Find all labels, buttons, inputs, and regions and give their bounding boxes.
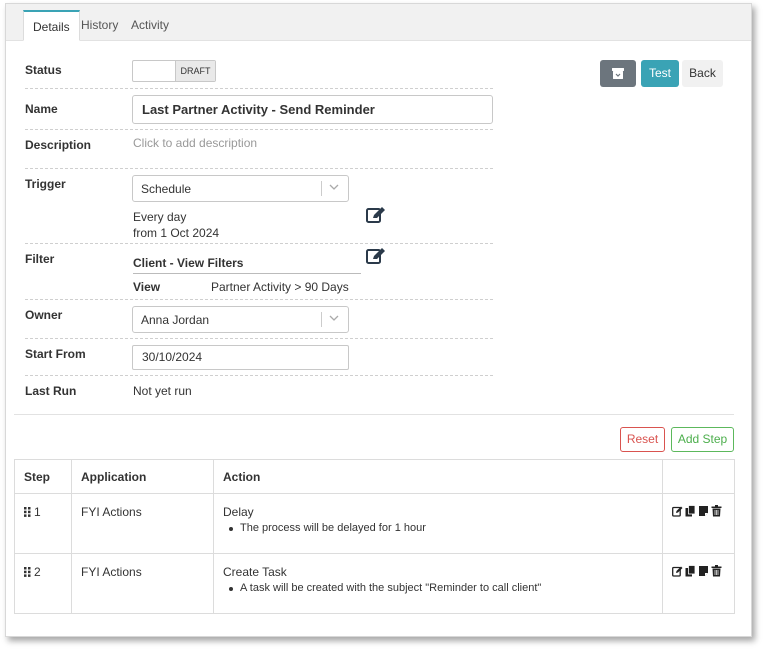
trigger-select-value: Schedule <box>141 182 192 196</box>
divider <box>25 338 493 339</box>
name-input[interactable]: Last Partner Activity - Send Reminder <box>132 95 493 124</box>
chevron-down-icon <box>329 315 339 321</box>
action-cell: Create Task A task will be created with … <box>213 553 663 614</box>
test-button[interactable]: Test <box>641 60 679 87</box>
filter-value: Partner Activity > 90 Days <box>211 280 349 294</box>
action-detail: A task will be created with the subject … <box>223 582 662 594</box>
edit-icon[interactable] <box>672 565 683 577</box>
divider <box>25 299 493 300</box>
table-row: 1 FYI Actions Delay The process will be … <box>14 493 735 554</box>
owner-select[interactable]: Anna Jordan <box>132 306 349 333</box>
action-title: Delay <box>223 505 254 519</box>
last-run-value: Not yet run <box>133 384 192 398</box>
trash-icon[interactable] <box>711 565 722 577</box>
start-from-input[interactable]: 30/10/2024 <box>132 345 349 370</box>
archive-button[interactable] <box>600 60 636 87</box>
divider <box>25 168 493 169</box>
row-actions-cell <box>662 493 735 554</box>
trigger-label: Trigger <box>25 177 66 191</box>
column-header-tools <box>662 459 735 494</box>
filter-key: View <box>133 280 161 294</box>
tab-history[interactable]: History <box>72 10 127 41</box>
edit-icon[interactable] <box>366 206 386 224</box>
paste-icon[interactable] <box>698 505 709 517</box>
automation-panel: Details History Activity Status DRAFT Na… <box>5 3 752 637</box>
step-number: 1 <box>34 505 41 519</box>
description-label: Description <box>25 138 92 152</box>
back-button[interactable]: Back <box>682 60 723 87</box>
divider <box>25 243 493 244</box>
filter-label: Filter <box>25 252 55 266</box>
row-actions-cell <box>662 553 735 614</box>
column-header-action: Action <box>213 459 663 494</box>
trigger-schedule-text: Every day <box>133 210 187 224</box>
divider <box>25 375 493 376</box>
action-cell: Delay The process will be delayed for 1 … <box>213 493 663 554</box>
step-cell: 1 <box>14 493 72 554</box>
application-cell: FYI Actions <box>71 493 214 554</box>
divider <box>25 88 493 89</box>
owner-select-value: Anna Jordan <box>141 313 210 327</box>
copy-icon[interactable] <box>685 565 696 577</box>
table-header-row: Step Application Action <box>14 459 735 494</box>
trash-icon[interactable] <box>711 505 722 517</box>
action-title: Create Task <box>223 565 287 579</box>
owner-label: Owner <box>25 308 63 322</box>
drag-handle-icon[interactable] <box>24 567 31 577</box>
action-detail: The process will be delayed for 1 hour <box>223 522 662 534</box>
column-header-step: Step <box>14 459 72 494</box>
select-divider <box>321 181 322 196</box>
application-cell: FYI Actions <box>71 553 214 614</box>
archive-icon <box>612 68 624 79</box>
name-label: Name <box>25 102 58 116</box>
copy-icon[interactable] <box>685 505 696 517</box>
last-run-label: Last Run <box>25 384 77 398</box>
table-row: 2 FYI Actions Create Task A task will be… <box>14 553 735 614</box>
step-cell: 2 <box>14 553 72 614</box>
tab-bar: Details History Activity <box>6 4 751 41</box>
trigger-start-text: from 1 Oct 2024 <box>133 226 220 240</box>
step-number: 2 <box>34 565 41 579</box>
trigger-select[interactable]: Schedule <box>132 175 349 202</box>
divider <box>25 129 493 130</box>
drag-handle-icon[interactable] <box>24 507 31 517</box>
chevron-down-icon <box>329 184 339 190</box>
start-from-label: Start From <box>25 347 86 361</box>
status-toggle[interactable]: DRAFT <box>132 60 216 82</box>
row-actions <box>672 505 734 517</box>
add-step-button[interactable]: Add Step <box>671 427 734 452</box>
description-placeholder[interactable]: Click to add description <box>133 136 257 150</box>
steps-table: Step Application Action 1 FYI Actions De… <box>14 459 735 614</box>
row-actions <box>672 565 734 577</box>
reset-button[interactable]: Reset <box>620 427 665 452</box>
edit-icon[interactable] <box>672 505 683 517</box>
paste-icon[interactable] <box>698 565 709 577</box>
section-divider <box>14 414 734 415</box>
edit-icon[interactable] <box>366 247 386 265</box>
select-divider <box>321 312 322 327</box>
filter-link[interactable]: Client - View Filters <box>133 256 361 274</box>
status-value: DRAFT <box>175 61 215 81</box>
tab-activity[interactable]: Activity <box>122 10 178 41</box>
column-header-application: Application <box>71 459 214 494</box>
status-label: Status <box>25 63 62 77</box>
